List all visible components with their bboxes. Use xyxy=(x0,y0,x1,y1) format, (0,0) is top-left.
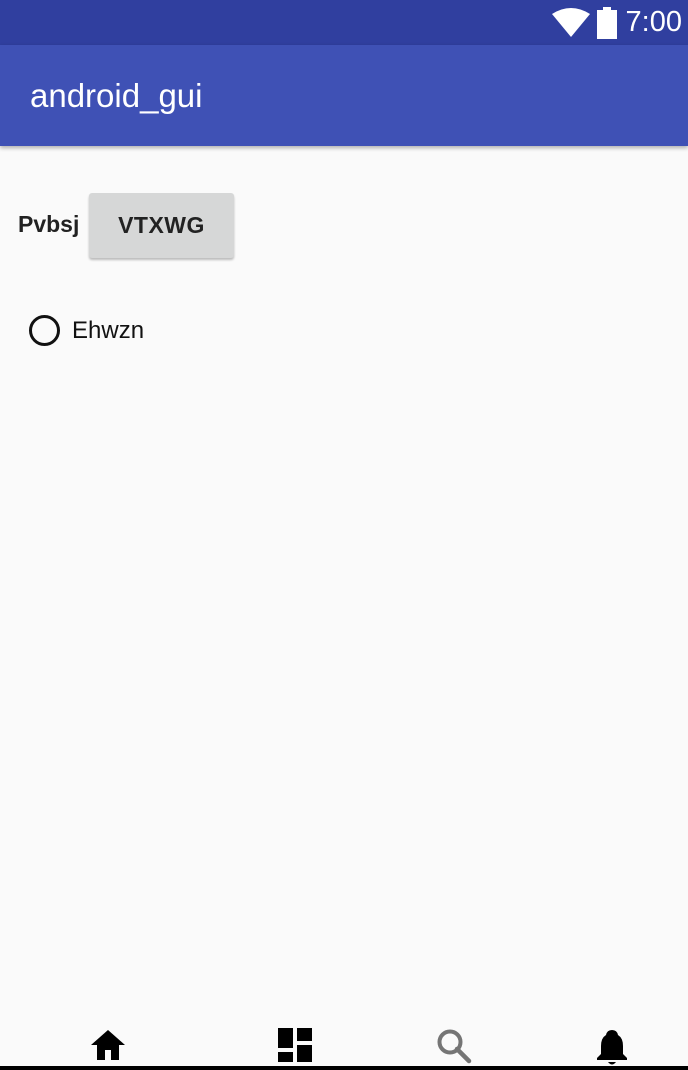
home-icon[interactable] xyxy=(90,1028,126,1062)
notifications-icon[interactable] xyxy=(595,1028,629,1066)
wifi-icon xyxy=(552,8,590,37)
radio-option[interactable]: Ehwzn xyxy=(29,315,144,346)
navigation-bar-divider xyxy=(0,1066,688,1070)
vtxwg-button[interactable]: VTXWG xyxy=(89,193,234,258)
status-bar: 7:00 xyxy=(0,0,688,45)
field-label: Pvbsj xyxy=(18,211,80,237)
status-time: 7:00 xyxy=(625,6,682,38)
app-bar: android_gui xyxy=(0,45,688,146)
radio-circle-icon[interactable] xyxy=(29,315,60,346)
bottom-navigation xyxy=(0,1016,688,1066)
battery-icon xyxy=(597,7,617,39)
radio-label: Ehwzn xyxy=(72,316,145,344)
dashboard-icon[interactable] xyxy=(278,1028,312,1062)
app-title: android_gui xyxy=(30,77,203,114)
search-icon[interactable] xyxy=(436,1028,472,1064)
